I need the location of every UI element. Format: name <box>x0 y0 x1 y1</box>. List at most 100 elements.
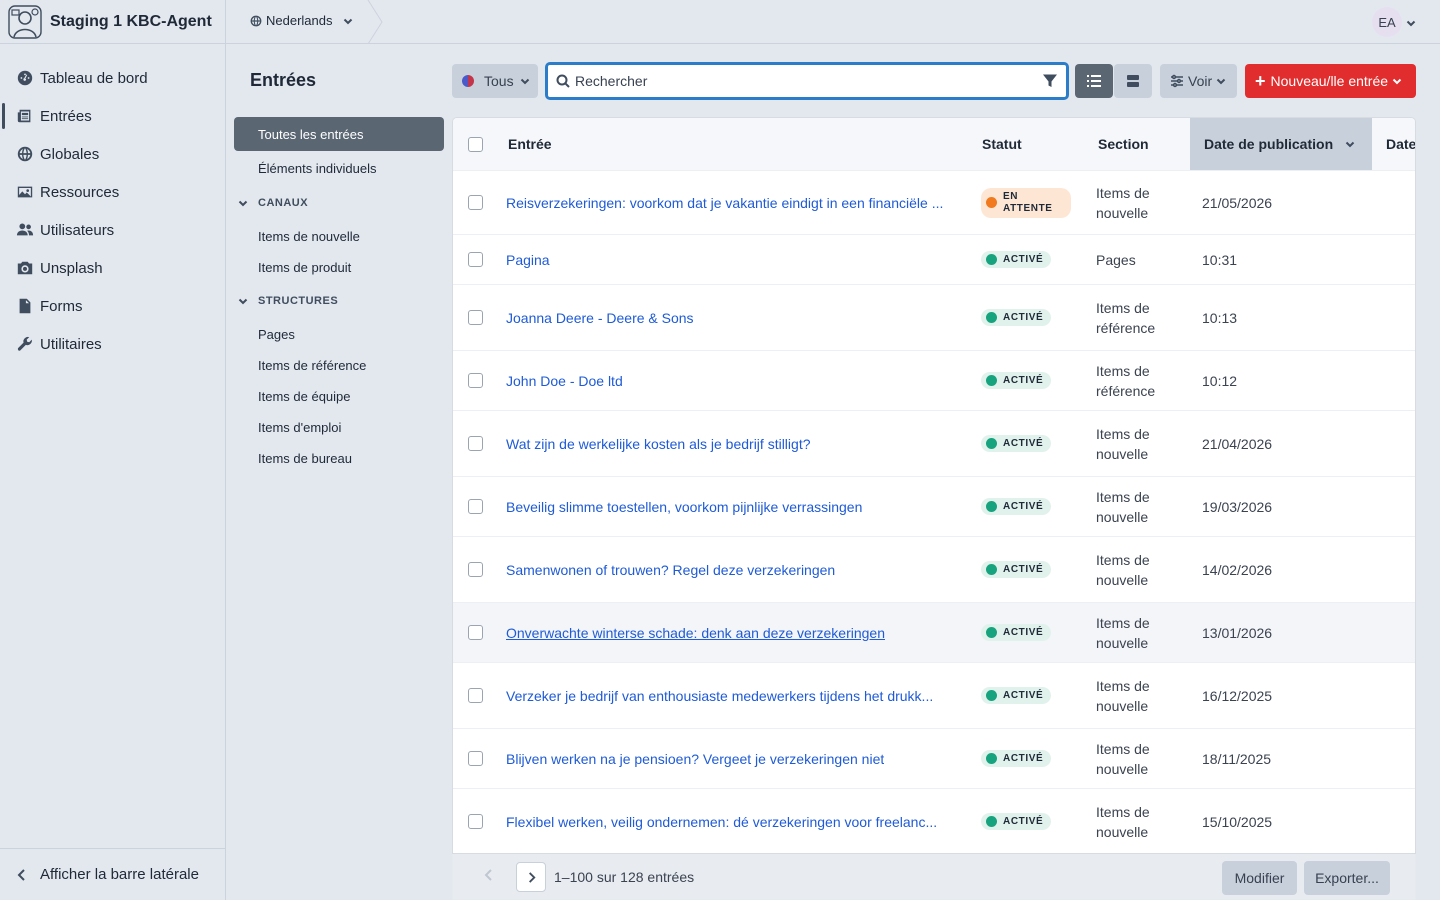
row-checkbox[interactable] <box>468 373 483 388</box>
site-filter-button[interactable]: Tous <box>452 64 538 98</box>
table-view-button[interactable] <box>1075 64 1113 98</box>
source-structure-offices[interactable]: Items de bureau <box>234 443 444 474</box>
table-row[interactable]: Samenwonen of trouwen? Regel deze verzek… <box>453 536 1415 602</box>
structure-view-button[interactable] <box>1114 64 1152 98</box>
nav-label: Globales <box>40 145 100 163</box>
section-cell: Items de référence <box>1096 285 1176 350</box>
entry-title-link[interactable]: Joanna Deere - Deere & Sons <box>506 310 694 326</box>
section-cell: Items de nouvelle <box>1096 537 1176 602</box>
source-channel-news[interactable]: Items de nouvelle <box>234 221 444 252</box>
source-structure-jobs[interactable]: Items d'emploi <box>234 412 444 443</box>
table-row[interactable]: Onverwachte winterse schade: denk aan de… <box>453 602 1415 662</box>
entry-title-link[interactable]: Beveilig slimme toestellen, voorkom pijn… <box>506 499 862 515</box>
nav-item-dashboard[interactable]: Tableau de bord <box>0 59 225 97</box>
chevron-down-icon <box>1345 141 1355 148</box>
entries-table: Entrée Statut Section Date de publicatio… <box>452 117 1416 900</box>
table-row[interactable]: Flexibel werken, veilig ondernemen: dé v… <box>453 788 1415 854</box>
edit-button[interactable]: Modifier <box>1222 861 1297 895</box>
section-label: Items de nouvelle <box>1096 677 1150 714</box>
table-row[interactable]: Joanna Deere - Deere & Sons ACTIVÉ Items d… <box>453 284 1415 350</box>
toggle-sidebar-button[interactable]: Afficher la barre latérale <box>0 848 225 900</box>
chevron-down-icon <box>520 78 529 85</box>
entry-title-link[interactable]: Verzeker je bedrijf van enthousiaste med… <box>506 688 933 704</box>
row-checkbox[interactable] <box>468 562 483 577</box>
chevron-down-icon[interactable] <box>1406 18 1416 28</box>
view-options-button[interactable]: Voir <box>1160 64 1237 98</box>
source-all-entries[interactable]: Toutes les entrées <box>234 117 444 151</box>
nav-item-users[interactable]: Utilisateurs <box>0 211 225 249</box>
row-checkbox[interactable] <box>468 436 483 451</box>
section-label: Items de nouvelle <box>1096 614 1150 651</box>
column-header-section[interactable]: Section <box>1098 118 1149 170</box>
row-checkbox[interactable] <box>468 751 483 766</box>
nav-item-entries[interactable]: Entrées <box>0 97 225 135</box>
section-cell: Items de nouvelle <box>1096 477 1176 536</box>
table-row[interactable]: Beveilig slimme toestellen, voorkom pijn… <box>453 476 1415 536</box>
structures-heading[interactable]: STRUCTURES <box>234 283 444 319</box>
export-button[interactable]: Exporter... <box>1304 861 1390 895</box>
row-checkbox[interactable] <box>468 499 483 514</box>
source-singles[interactable]: Éléments individuels <box>234 151 444 185</box>
nav-item-forms[interactable]: Forms <box>0 287 225 325</box>
nav-item-unsplash[interactable]: Unsplash <box>0 249 225 287</box>
entry-title-link[interactable]: John Doe - Doe ltd <box>506 373 623 389</box>
site-switcher[interactable]: Nederlands <box>250 13 353 28</box>
row-checkbox[interactable] <box>468 625 483 640</box>
avatar[interactable]: EA <box>1372 7 1402 37</box>
source-structure-team[interactable]: Items de équipe <box>234 381 444 412</box>
source-structure-pages[interactable]: Pages <box>234 319 444 350</box>
column-header-entry[interactable]: Entrée <box>508 118 552 170</box>
entry-title-link[interactable]: Pagina <box>506 252 550 268</box>
post-date-cell: 13/01/2026 <box>1202 603 1272 662</box>
section-label: Items de nouvelle <box>1096 425 1150 462</box>
row-checkbox[interactable] <box>468 310 483 325</box>
search-input[interactable] <box>575 73 1042 89</box>
status-dot-icon <box>986 312 997 323</box>
nav-item-assets[interactable]: Ressources <box>0 173 225 211</box>
entry-title-link[interactable]: Reisverzekeringen: voorkom dat je vakant… <box>506 195 943 211</box>
row-checkbox[interactable] <box>468 252 483 267</box>
post-date-label: 18/11/2025 <box>1202 750 1272 767</box>
filter-icon[interactable] <box>1042 73 1058 89</box>
table-row[interactable]: Blijven werken na je pensioen? Vergeet j… <box>453 728 1415 788</box>
nav-item-utilities[interactable]: Utilitaires <box>0 325 225 363</box>
status-label: ACTIVÉ <box>1003 501 1044 512</box>
entry-title-link[interactable]: Onverwachte winterse schade: denk aan de… <box>506 625 885 641</box>
entry-title-link[interactable]: Blijven werken na je pensioen? Vergeet j… <box>506 751 884 767</box>
source-channel-products[interactable]: Items de produit <box>234 252 444 283</box>
entry-title-link[interactable]: Wat zijn de werkelijke kosten als je bed… <box>506 436 811 452</box>
table-row[interactable]: Reisverzekeringen: voorkom dat je vakant… <box>453 170 1415 234</box>
column-label: Date de publication <box>1204 136 1334 152</box>
table-row[interactable]: Verzeker je bedrijf van enthousiaste med… <box>453 662 1415 728</box>
table-row[interactable]: Pagina ACTIVÉ Pages 10:31 <box>453 234 1415 284</box>
next-page-button[interactable] <box>516 862 546 892</box>
row-checkbox[interactable] <box>468 814 483 829</box>
row-checkbox[interactable] <box>468 195 483 210</box>
status-cell: ACTIVÉ <box>981 285 1052 350</box>
section-label: Items de nouvelle <box>1096 488 1150 525</box>
new-entry-button[interactable]: + Nouveau/lle entrée <box>1245 64 1416 98</box>
post-date-label: 14/02/2026 <box>1202 561 1273 578</box>
source-structure-references[interactable]: Items de référence <box>234 350 444 381</box>
row-checkbox[interactable] <box>468 688 483 703</box>
entry-title-link[interactable]: Flexibel werken, veilig ondernemen: dé v… <box>506 814 937 830</box>
entry-cell: John Doe - Doe ltd <box>506 351 958 410</box>
table-row[interactable]: John Doe - Doe ltd ACTIVÉ Items de référen… <box>453 350 1415 410</box>
entry-title-link[interactable]: Samenwonen of trouwen? Regel deze verzek… <box>506 562 835 578</box>
entry-cell: Reisverzekeringen: voorkom dat je vakant… <box>506 171 958 234</box>
status-cell: ACTIVÉ <box>981 537 1052 602</box>
nav-item-globals[interactable]: Globales <box>0 135 225 173</box>
column-header-status[interactable]: Statut <box>982 118 1022 170</box>
chevron-left-icon[interactable] <box>482 868 496 882</box>
table-row[interactable]: Wat zijn de werkelijke kosten als je bed… <box>453 410 1415 476</box>
section-cell: Items de nouvelle <box>1096 603 1176 662</box>
channels-heading[interactable]: CANAUX <box>234 185 444 221</box>
column-header-extra[interactable]: Date <box>1386 118 1415 170</box>
post-date-cell: 21/04/2026 <box>1202 411 1272 476</box>
brand[interactable]: Staging 1 KBC-Agent <box>0 0 225 44</box>
post-date-label: 13/01/2026 <box>1202 624 1273 641</box>
status-badge: EN ATTENTE <box>981 187 1071 218</box>
entry-cell: Pagina <box>506 235 958 284</box>
column-header-post-date[interactable]: Date de publication <box>1190 118 1372 170</box>
select-all-checkbox[interactable] <box>468 137 483 152</box>
